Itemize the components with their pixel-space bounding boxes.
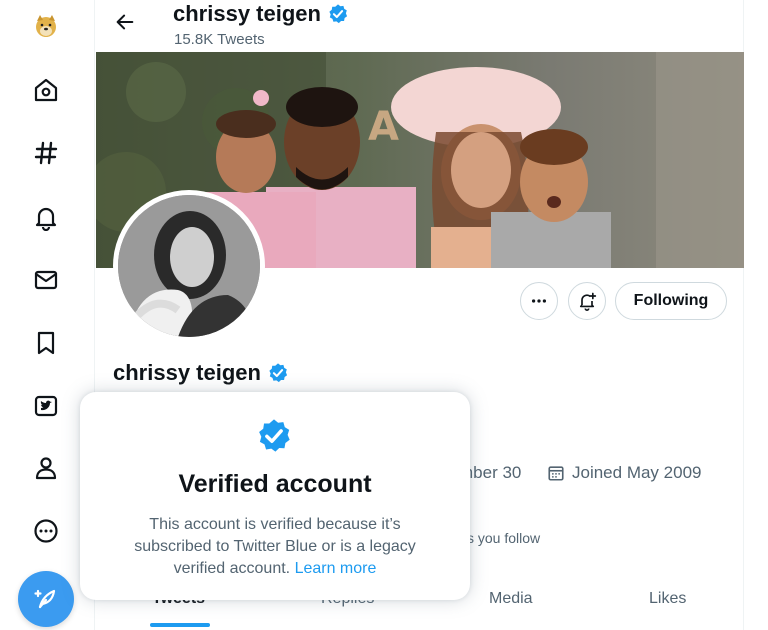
joined-date: Joined May 2009: [547, 463, 701, 483]
back-arrow-icon[interactable]: [113, 10, 137, 34]
svg-text:A: A: [368, 104, 399, 150]
popup-body: This account is verified because it’s su…: [110, 514, 440, 580]
followers-you-follow-link[interactable]: s you follow: [467, 530, 540, 546]
profile-header-bar: chrissy teigen 15.8K Tweets: [95, 0, 745, 52]
verified-badge-icon: [259, 419, 290, 452]
bookmarks-icon[interactable]: [26, 323, 66, 363]
active-tab-indicator: [150, 623, 210, 627]
explore-hashtag-icon[interactable]: [26, 133, 66, 173]
calendar-icon: [548, 466, 564, 481]
header-display-name: chrissy teigen: [173, 1, 349, 27]
profile-person-icon[interactable]: [26, 448, 66, 488]
profile-name-text: chrissy teigen: [113, 360, 261, 385]
header-name-text: chrissy teigen: [173, 1, 321, 26]
tab-likes[interactable]: Likes: [649, 590, 686, 608]
joined-text: Joined May 2009: [572, 463, 702, 482]
popup-title: Verified account: [178, 470, 372, 498]
notifications-bell-icon[interactable]: [26, 197, 66, 237]
more-circle-icon[interactable]: [26, 511, 66, 551]
notify-button[interactable]: [568, 282, 606, 320]
bell-plus-icon: [579, 292, 597, 311]
more-dots-icon: [531, 299, 547, 303]
doge-logo-icon[interactable]: [26, 6, 66, 46]
messages-envelope-icon[interactable]: [26, 260, 66, 300]
verified-badge-icon[interactable]: [327, 3, 349, 25]
verified-badge-icon[interactable]: [267, 362, 289, 384]
learn-more-link[interactable]: Learn more: [295, 560, 377, 577]
compose-feather-icon: [34, 589, 56, 609]
twitter-blue-icon[interactable]: [26, 386, 66, 426]
profile-avatar[interactable]: [113, 190, 265, 342]
profile-display-name: chrissy teigen: [113, 360, 289, 386]
verified-account-popup: Verified account This account is verifie…: [80, 392, 470, 600]
tab-media[interactable]: Media: [489, 590, 533, 608]
tweet-count: 15.8K Tweets: [174, 31, 265, 48]
more-options-button[interactable]: [520, 282, 558, 320]
following-button[interactable]: Following: [615, 282, 727, 320]
home-icon[interactable]: [26, 70, 66, 110]
compose-tweet-button[interactable]: [18, 571, 74, 627]
